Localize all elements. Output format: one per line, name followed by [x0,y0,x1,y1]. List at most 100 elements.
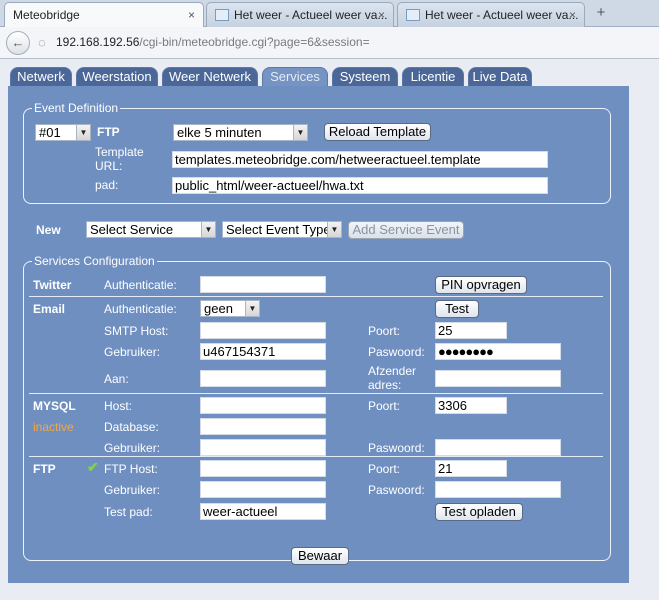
ftp-port-field[interactable]: 21 [435,460,507,477]
event-definition-legend: Event Definition [34,101,119,115]
email-auth-select[interactable]: geen ▼ [200,300,260,317]
email-from-label: Afzender adres: [368,364,417,392]
close-icon[interactable]: × [378,8,385,22]
email-port-field[interactable]: 25 [435,322,507,339]
tab-netwerk[interactable]: Netwerk [10,67,72,87]
smtp-host-label: SMTP Host: [104,324,169,338]
twitter-auth-label: Authenticatie: [104,278,177,292]
email-to-label: Aan: [104,372,129,386]
mysql-db-label: Database: [104,420,159,434]
ftp-testpath-label: Test pad: [104,505,153,519]
select-event-type-value: Select Event Type [226,222,331,237]
browser-tabbar: Meteobridge × Het weer - Actueel weer va… [0,0,659,28]
close-icon[interactable]: × [569,8,576,22]
select-service-value: Select Service [90,222,174,237]
email-user-label: Gebruiker: [104,345,161,359]
ftp-password-label: Paswoord: [368,483,425,497]
email-label: Email [33,302,66,316]
new-tab-icon[interactable]: + [590,3,612,23]
pin-request-button[interactable]: PIN opvragen [435,276,527,294]
email-password-field[interactable]: ●●●●●●●● [435,343,561,360]
ftp-user-field[interactable] [200,481,326,498]
page-icon [215,9,229,21]
mysql-status: inactive [33,420,74,434]
new-label: New [36,223,61,237]
ftp-password-field[interactable] [435,481,561,498]
email-user-field[interactable]: u467154371 [200,343,326,360]
select-event-type-dropdown[interactable]: Select Event Type ▼ [222,221,342,238]
event-service-label: FTP [97,125,120,139]
browser-tab-hetweer-2[interactable]: Het weer - Actueel weer va... × [397,2,585,27]
services-panel: Event Definition #01 ▼ FTP elke 5 minute… [8,86,629,583]
mysql-user-field[interactable] [200,439,326,456]
tab-weer-netwerk[interactable]: Weer Netwerk [162,67,258,87]
email-from-field[interactable] [435,370,561,387]
back-arrow-icon[interactable]: ← [6,31,30,55]
chevron-down-icon: ▼ [327,222,341,237]
url-field[interactable]: 192.168.192.56/cgi-bin/meteobridge.cgi?p… [56,35,370,49]
email-test-button[interactable]: Test [435,300,479,318]
mysql-label: MYSQL [33,399,76,413]
services-config-legend: Services Configuration [34,254,155,268]
email-auth-value: geen [204,301,233,316]
address-bar: ← ◌ 192.168.192.56/cgi-bin/meteobridge.c… [0,27,659,59]
select-service-dropdown[interactable]: Select Service ▼ [86,221,216,238]
save-button[interactable]: Bewaar [291,547,349,565]
email-password-label: Paswoord: [368,345,425,359]
tab-services[interactable]: Services [262,67,328,87]
divider [29,456,603,457]
twitter-auth-field[interactable] [200,276,326,293]
mysql-host-field[interactable] [200,397,326,414]
mysql-db-field[interactable] [200,418,326,435]
email-auth-label: Authenticatie: [104,302,177,316]
path-field[interactable]: public_html/weer-actueel/hwa.txt [172,177,548,194]
add-service-event-button[interactable]: Add Service Event [348,221,464,239]
ftp-testpath-field[interactable]: weer-actueel [200,503,326,520]
test-upload-button[interactable]: Test opladen [435,503,523,521]
page-info-icon[interactable]: ◌ [34,35,50,51]
interval-select[interactable]: elke 5 minuten ▼ [173,124,308,141]
event-number-value: #01 [39,125,61,140]
mysql-port-field[interactable]: 3306 [435,397,507,414]
meteobridge-app: Netwerk Weerstation Weer Netwerk Service… [6,65,629,583]
tab-live-data[interactable]: Live Data [468,67,532,87]
email-port-label: Poort: [368,324,401,338]
mysql-password-field[interactable] [435,439,561,456]
ftp-user-label: Gebruiker: [104,483,161,497]
reload-template-button[interactable]: Reload Template [324,123,431,141]
page-icon [406,9,420,21]
tab-weerstation[interactable]: Weerstation [76,67,158,87]
browser-tab-meteobridge[interactable]: Meteobridge × [4,2,204,28]
divider [29,393,603,394]
interval-value: elke 5 minuten [177,125,262,140]
tab-systeem[interactable]: Systeem [332,67,398,87]
browser-tab-hetweer-1[interactable]: Het weer - Actueel weer va... × [206,2,394,27]
chevron-down-icon: ▼ [201,222,215,237]
chevron-down-icon: ▼ [245,301,259,316]
url-host: 192.168.192.56 [56,35,140,49]
ftp-host-label: FTP Host: [104,462,158,476]
chevron-down-icon: ▼ [76,125,90,140]
tab-licentie[interactable]: Licentie [402,67,464,87]
browser-tab-label: Het weer - Actueel weer va... [234,8,388,22]
mysql-user-label: Gebruiker: [104,441,161,455]
browser-tab-label: Meteobridge [13,8,80,22]
close-icon[interactable]: × [188,8,195,22]
template-url-field[interactable]: templates.meteobridge.com/hetweeractueel… [172,151,548,168]
browser-tab-label: Het weer - Actueel weer va... [425,8,579,22]
email-to-field[interactable] [200,370,326,387]
url-path: /cgi-bin/meteobridge.cgi?page=6&session= [139,35,370,49]
divider [29,296,603,297]
event-number-select[interactable]: #01 ▼ [35,124,91,141]
ftp-label: FTP [33,462,56,476]
mysql-password-label: Paswoord: [368,441,425,455]
chevron-down-icon: ▼ [293,125,307,140]
ftp-port-label: Poort: [368,462,401,476]
mysql-port-label: Poort: [368,399,401,413]
ftp-host-field[interactable] [200,460,326,477]
mysql-host-label: Host: [104,399,133,413]
smtp-host-field[interactable] [200,322,326,339]
twitter-label: Twitter [33,278,72,292]
checkmark-icon: ✔ [87,459,99,475]
template-url-label: Template URL: [95,145,144,173]
